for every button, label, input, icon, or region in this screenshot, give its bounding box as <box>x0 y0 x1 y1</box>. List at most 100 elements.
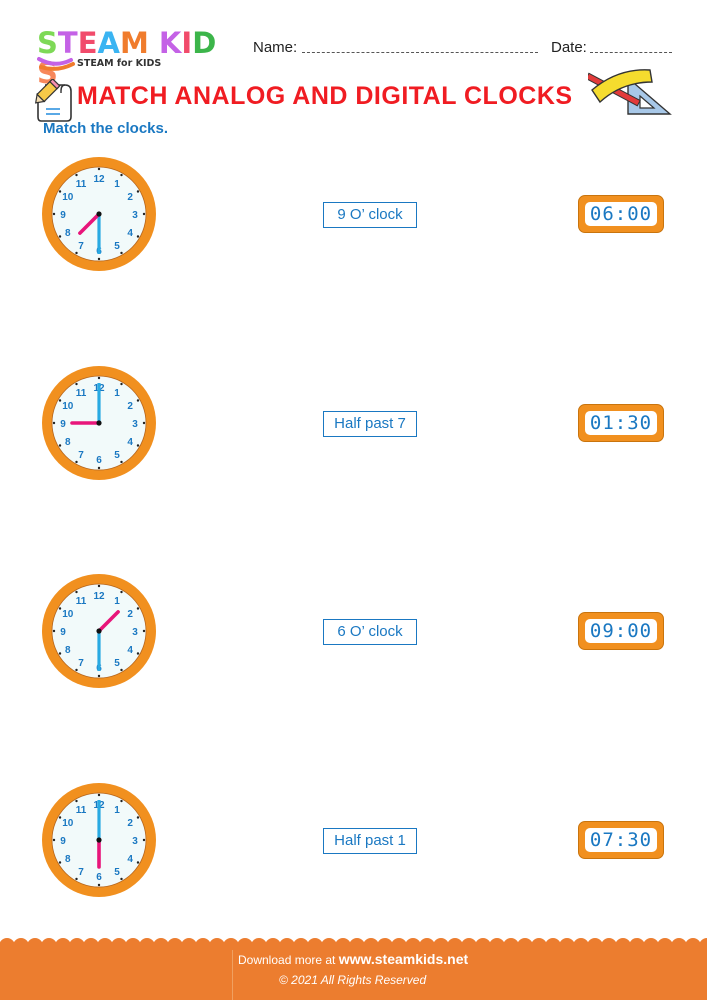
hour-tick <box>136 607 140 610</box>
hour-tick <box>58 652 62 655</box>
clock-center <box>96 420 102 426</box>
clock-number: 4 <box>127 228 133 239</box>
clock-number: 8 <box>65 645 71 656</box>
hour-tick <box>58 607 62 610</box>
hour-tick <box>97 376 101 380</box>
hour-tick <box>97 466 101 470</box>
clock-center <box>96 628 102 634</box>
clock-number: 9 <box>60 210 66 221</box>
hour-tick <box>58 816 62 819</box>
clock-number: 9 <box>60 836 66 847</box>
copyright-text: © 2021 All Rights Reserved <box>279 973 427 987</box>
clock-number: 5 <box>114 450 120 461</box>
clock-number: 5 <box>114 241 120 252</box>
hour-tick <box>120 173 123 177</box>
clock-number: 12 <box>93 174 105 185</box>
analog-clock[interactable]: 121234567891011 <box>40 155 158 273</box>
logo-letter: D <box>192 26 217 60</box>
clock-number: 8 <box>65 437 71 448</box>
clock-number: 3 <box>132 836 138 847</box>
time-label[interactable]: 6 O’ clock <box>323 619 417 645</box>
clock-number: 6 <box>96 872 102 883</box>
clock-number: 3 <box>132 627 138 638</box>
hour-tick <box>58 399 62 402</box>
hour-tick <box>97 883 101 887</box>
hour-tick <box>97 167 101 171</box>
clock-number: 9 <box>60 627 66 638</box>
analog-clock[interactable]: 121234567891011 <box>40 572 158 690</box>
logo-letter <box>149 28 159 58</box>
logo-letter: K <box>158 26 182 60</box>
digital-time: 06:00 <box>585 202 657 226</box>
hour-tick <box>136 235 140 238</box>
hour-tick <box>136 816 140 819</box>
digital-clock[interactable]: 06:00 <box>578 195 664 233</box>
hour-tick <box>120 382 123 386</box>
clock-number: 5 <box>114 867 120 878</box>
clock-number: 7 <box>78 450 84 461</box>
hour-tick <box>58 444 62 447</box>
clock-number: 1 <box>114 179 120 190</box>
time-label[interactable]: Half past 7 <box>323 411 417 437</box>
hour-tick <box>75 382 78 386</box>
clock-number: 10 <box>62 818 74 829</box>
logo-letter: S <box>37 26 58 60</box>
hour-tick <box>58 235 62 238</box>
hour-tick <box>142 212 146 216</box>
clock-number: 10 <box>62 609 74 620</box>
hour-tick <box>142 838 146 842</box>
hour-tick <box>136 861 140 864</box>
digital-time: 07:30 <box>585 828 657 852</box>
hour-tick <box>136 399 140 402</box>
name-field[interactable] <box>302 52 538 53</box>
digital-clock[interactable]: 07:30 <box>578 821 664 859</box>
logo-letter: E <box>77 26 98 60</box>
clock-number: 3 <box>132 419 138 430</box>
clock-number: 11 <box>76 388 87 399</box>
worksheet-title: MATCH ANALOG AND DIGITAL CLOCKS <box>77 82 573 110</box>
logo-letter: T <box>57 26 78 60</box>
clock-number: 6 <box>96 455 102 466</box>
hour-tick <box>52 421 56 425</box>
clock-number: 1 <box>114 388 120 399</box>
clock-number: 2 <box>127 609 133 620</box>
hour-tick <box>120 460 123 464</box>
digital-clock[interactable]: 09:00 <box>578 612 664 650</box>
hour-tick <box>120 877 123 881</box>
hour-tick <box>97 257 101 261</box>
clock-number: 8 <box>65 228 71 239</box>
hour-tick <box>97 793 101 797</box>
logo-tagline: STEAM for KIDS <box>77 58 162 69</box>
logo-letter: A <box>97 26 120 60</box>
clock-number: 4 <box>127 854 133 865</box>
match-row: 121234567891011 Half past 7 01:30 <box>0 364 707 484</box>
clock-number: 11 <box>76 596 87 607</box>
clock-number: 7 <box>78 241 84 252</box>
digital-clock[interactable]: 01:30 <box>578 404 664 442</box>
site-link[interactable]: www.steamkids.net <box>339 951 468 967</box>
hour-tick <box>120 799 123 803</box>
analog-clock[interactable]: 121234567891011 <box>40 781 158 899</box>
hour-tick <box>52 629 56 633</box>
footer-download-text: Download more at www.steamkids.net <box>238 951 468 967</box>
hour-tick <box>142 421 146 425</box>
clock-number: 7 <box>78 867 84 878</box>
hour-tick <box>52 838 56 842</box>
logo-letter: M <box>119 26 149 60</box>
analog-clock[interactable]: 121234567891011 <box>40 364 158 482</box>
hour-tick <box>58 190 62 193</box>
digital-time: 09:00 <box>585 619 657 643</box>
name-label: Name: <box>253 39 298 56</box>
time-label[interactable]: 9 O’ clock <box>323 202 417 228</box>
date-field[interactable] <box>590 52 672 53</box>
hour-tick <box>136 652 140 655</box>
clock-center <box>96 837 102 843</box>
time-label[interactable]: Half past 1 <box>323 828 417 854</box>
clock-number: 12 <box>93 591 105 602</box>
clock-number: 11 <box>76 805 87 816</box>
download-label: Download more at <box>238 953 336 967</box>
clock-number: 11 <box>76 179 87 190</box>
hour-tick <box>136 444 140 447</box>
clock-number: 3 <box>132 210 138 221</box>
pencil-paper-icon <box>34 79 72 122</box>
